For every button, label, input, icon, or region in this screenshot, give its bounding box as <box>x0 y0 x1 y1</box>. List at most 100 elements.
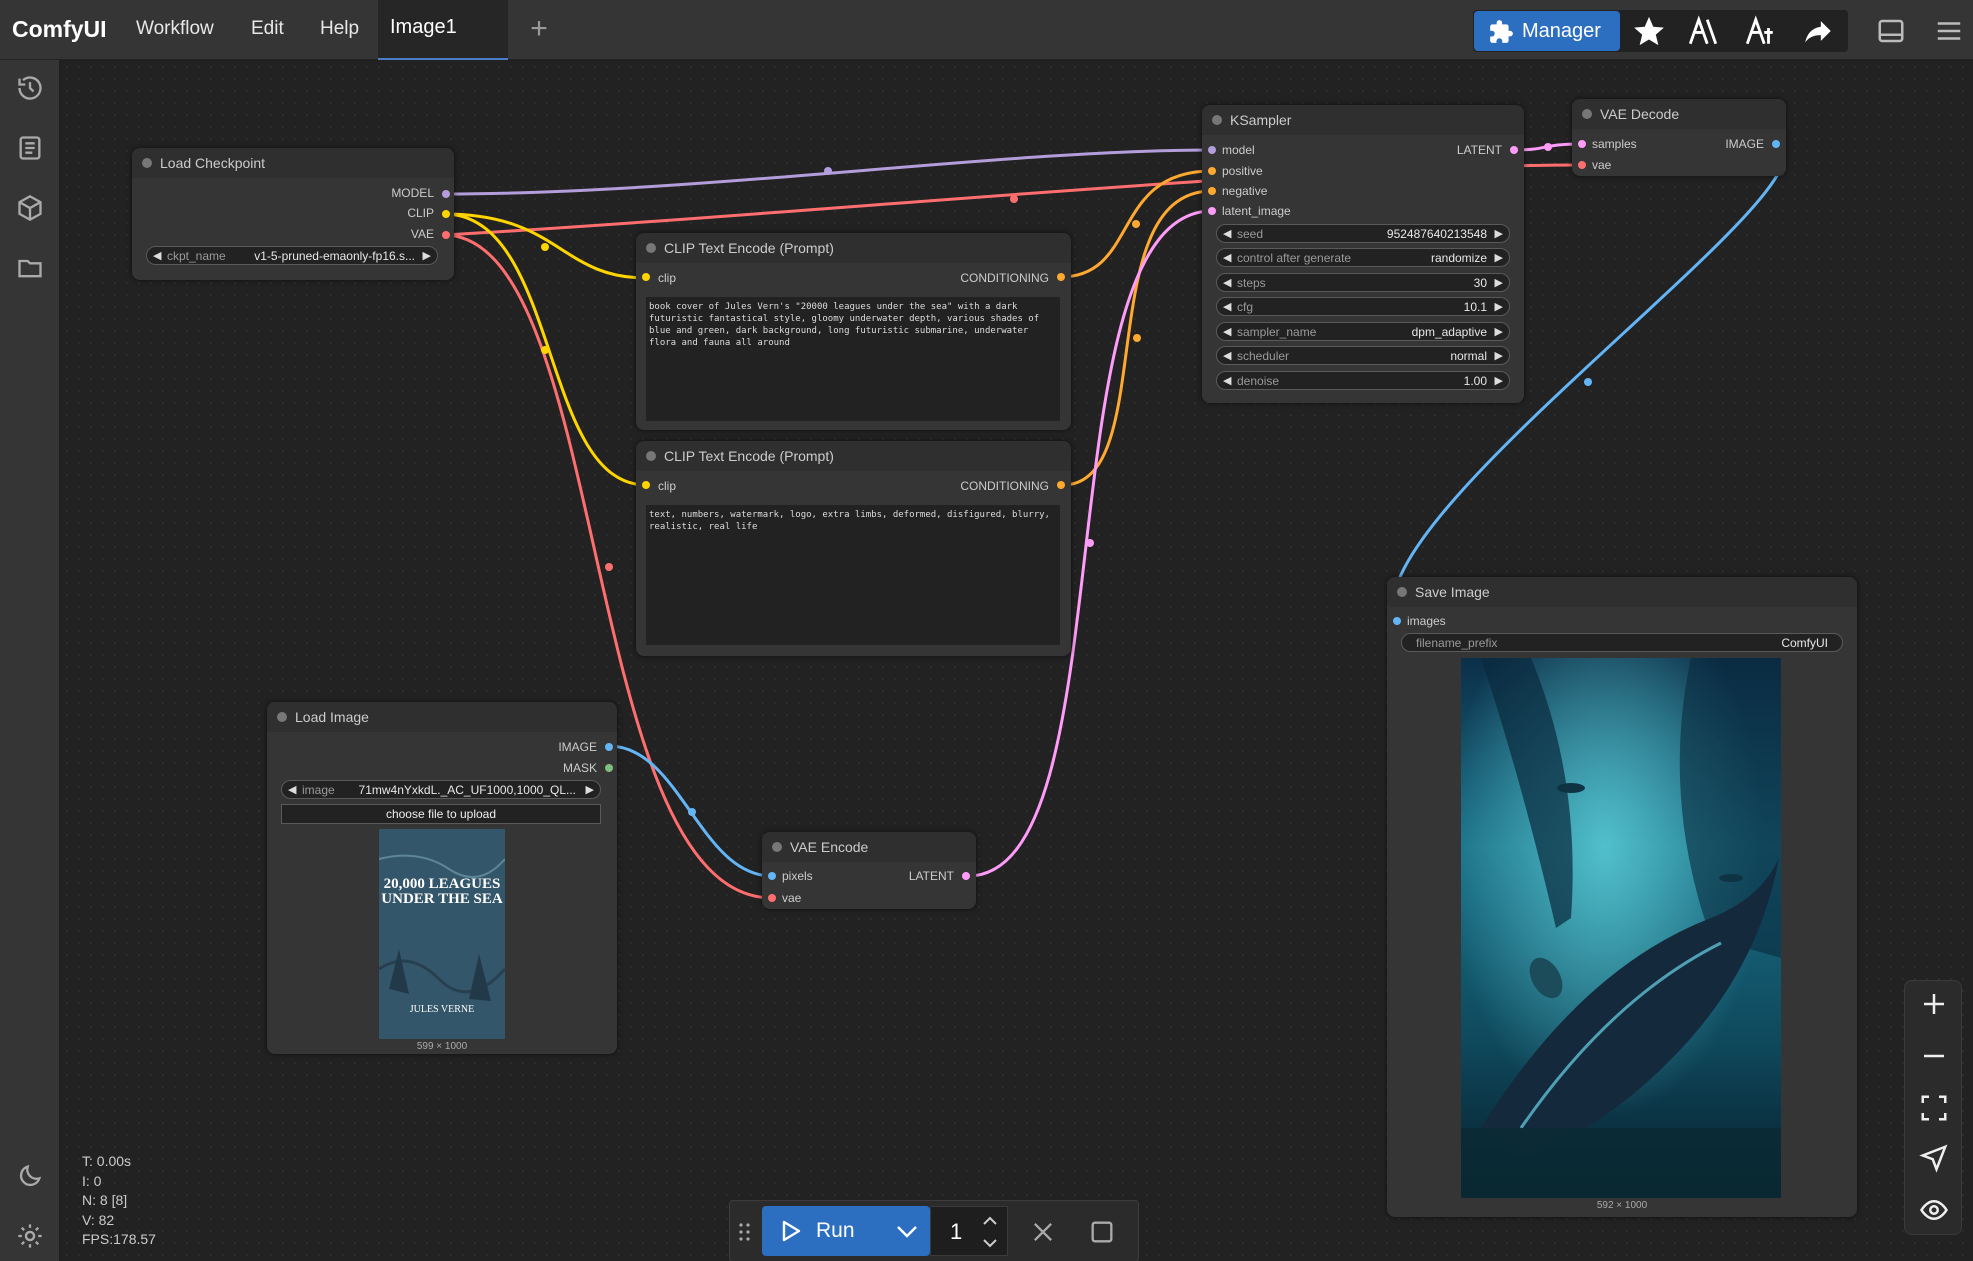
manager-label: Manager <box>1522 20 1601 42</box>
output-image-pin[interactable] <box>605 743 613 751</box>
zoom-out-icon[interactable] <box>1919 1041 1949 1071</box>
input-image-preview[interactable]: 20,000 LEAGUES UNDER THE SEA JULES VERNE <box>379 829 505 1039</box>
theme-moon-icon[interactable] <box>16 1162 44 1190</box>
node-vae-decode[interactable]: VAE Decode samples vae IMAGE <box>1572 99 1786 176</box>
cancel-close-icon[interactable] <box>1029 1218 1057 1246</box>
node-graph-alt-icon[interactable] <box>1743 14 1777 48</box>
workflows-folder-icon[interactable] <box>16 254 44 282</box>
input-model: model <box>1222 143 1255 157</box>
share-icon[interactable] <box>1801 14 1835 48</box>
cfg-widget[interactable]: ◀ cfg 10.1 ▶ <box>1216 297 1510 316</box>
denoise-widget[interactable]: ◀ denoise 1.00 ▶ <box>1216 371 1510 390</box>
input-pixels-pin[interactable] <box>768 872 776 880</box>
batch-count-input[interactable]: 1 <box>930 1206 1008 1256</box>
negative-prompt-textarea[interactable]: text, numbers, watermark, logo, extra li… <box>646 505 1060 645</box>
input-vae-pin[interactable] <box>768 894 776 902</box>
node-header[interactable]: VAE Decode <box>1572 99 1786 129</box>
collapse-dot[interactable] <box>1212 115 1222 125</box>
queue-list-icon[interactable] <box>16 134 44 162</box>
input-clip-pin[interactable] <box>642 273 650 281</box>
node-clip-text-encode-negative[interactable]: CLIP Text Encode (Prompt) clip CONDITION… <box>636 441 1071 656</box>
image-dimensions: 599 × 1000 <box>416 1041 468 1052</box>
run-button[interactable]: Run <box>762 1206 930 1256</box>
scheduler-widget[interactable]: ◀ scheduler normal ▶ <box>1216 346 1510 365</box>
input-model-pin[interactable] <box>1208 146 1216 154</box>
seed-widget[interactable]: ◀ seed 952487640213548 ▶ <box>1216 224 1510 243</box>
input-images-pin[interactable] <box>1393 617 1401 625</box>
input-positive: positive <box>1222 164 1263 178</box>
collapse-dot[interactable] <box>142 158 152 168</box>
menu-workflow[interactable]: Workflow <box>136 18 214 40</box>
generated-image-preview[interactable] <box>1461 658 1781 1198</box>
node-save-image[interactable]: Save Image images filename_prefix ComfyUI <box>1387 577 1857 1217</box>
stop-square-icon[interactable] <box>1088 1218 1116 1246</box>
output-latent-pin[interactable] <box>962 872 970 880</box>
collapse-dot[interactable] <box>646 451 656 461</box>
node-header[interactable]: Load Checkpoint <box>132 148 454 178</box>
zoom-in-icon[interactable] <box>1919 989 1949 1019</box>
model-library-cube-icon[interactable] <box>16 194 44 222</box>
node-header[interactable]: KSampler <box>1202 105 1524 135</box>
output-vae-pin[interactable] <box>442 231 450 239</box>
drag-handle-icon[interactable] <box>738 1222 752 1242</box>
ckpt-name-combo[interactable]: ◀ ckpt_name v1-5-pruned-emaonly-fp16.s...… <box>146 246 438 265</box>
input-images: images <box>1407 614 1446 628</box>
fit-view-icon[interactable] <box>1919 1093 1949 1123</box>
input-positive-pin[interactable] <box>1208 167 1216 175</box>
steps-widget[interactable]: ◀ steps 30 ▶ <box>1216 273 1510 292</box>
node-ksampler[interactable]: KSampler model positive negative latent_… <box>1202 105 1524 403</box>
input-latent-image-pin[interactable] <box>1208 207 1216 215</box>
run-options-dropdown[interactable] <box>886 1218 928 1244</box>
menu-edit[interactable]: Edit <box>251 18 284 40</box>
manager-button[interactable]: Manager <box>1474 11 1620 51</box>
node-header[interactable]: VAE Encode <box>762 832 976 862</box>
output-mask-pin[interactable] <box>605 764 613 772</box>
collapse-dot[interactable] <box>1582 109 1592 119</box>
input-clip-pin[interactable] <box>642 481 650 489</box>
increment-icon[interactable] <box>981 1213 999 1229</box>
input-clip: clip <box>658 479 677 493</box>
decrement-icon[interactable] <box>981 1235 999 1251</box>
output-conditioning-pin[interactable] <box>1057 481 1065 489</box>
output-image-pin[interactable] <box>1772 140 1780 148</box>
collapse-dot[interactable] <box>1397 587 1407 597</box>
input-samples-pin[interactable] <box>1578 140 1586 148</box>
menu-help[interactable]: Help <box>320 18 359 40</box>
collapse-dot[interactable] <box>646 243 656 253</box>
image-combo[interactable]: ◀ image 71mw4nYxkdL._AC_UF1000,1000_QL... ▶ <box>281 780 601 799</box>
toggle-links-eye-icon[interactable] <box>1919 1195 1949 1225</box>
app-logo: ComfyUI <box>12 16 107 42</box>
sampler-name-widget[interactable]: ◀ sampler_name dpm_adaptive ▶ <box>1216 322 1510 341</box>
collapse-dot[interactable] <box>772 842 782 852</box>
control-after-generate-widget[interactable]: ◀ control after generate randomize ▶ <box>1216 248 1510 267</box>
choose-file-button[interactable]: choose file to upload <box>281 804 601 824</box>
settings-gear-icon[interactable] <box>16 1222 44 1250</box>
select-mode-icon[interactable] <box>1919 1143 1949 1173</box>
node-load-image[interactable]: Load Image IMAGE MASK ◀ image 71mw4nYxkdL.… <box>267 702 617 1054</box>
node-clip-text-encode-positive[interactable]: CLIP Text Encode (Prompt) clip CONDITION… <box>636 233 1071 430</box>
new-tab-button[interactable]: + <box>524 12 554 46</box>
node-graph-icon[interactable] <box>1686 14 1720 48</box>
node-header[interactable]: CLIP Text Encode (Prompt) <box>636 233 1071 263</box>
node-vae-encode[interactable]: VAE Encode pixels vae LATENT <box>762 832 976 909</box>
star-icon[interactable] <box>1632 14 1666 48</box>
widget-label: image <box>302 783 335 797</box>
output-conditioning-pin[interactable] <box>1057 273 1065 281</box>
input-vae-pin[interactable] <box>1578 161 1586 169</box>
node-header[interactable]: Save Image <box>1387 577 1857 607</box>
input-negative-pin[interactable] <box>1208 187 1216 195</box>
history-icon[interactable] <box>16 74 44 102</box>
widget-label: steps <box>1237 276 1266 290</box>
node-load-checkpoint[interactable]: Load Checkpoint MODEL CLIP VAE ◀ ckpt_nam… <box>132 148 454 280</box>
output-clip-pin[interactable] <box>442 210 450 218</box>
output-latent-pin[interactable] <box>1510 146 1518 154</box>
positive-prompt-textarea[interactable]: book cover of Jules Vern's "20000 league… <box>646 297 1060 421</box>
toggle-bottom-panel-icon[interactable] <box>1876 16 1906 46</box>
node-header[interactable]: CLIP Text Encode (Prompt) <box>636 441 1071 471</box>
node-header[interactable]: Load Image <box>267 702 617 732</box>
collapse-dot[interactable] <box>277 712 287 722</box>
output-model-pin[interactable] <box>442 190 450 198</box>
filename-prefix-widget[interactable]: filename_prefix ComfyUI <box>1401 633 1843 652</box>
tab-image1[interactable]: Image1 <box>378 0 508 60</box>
hamburger-menu-icon[interactable] <box>1934 16 1964 46</box>
